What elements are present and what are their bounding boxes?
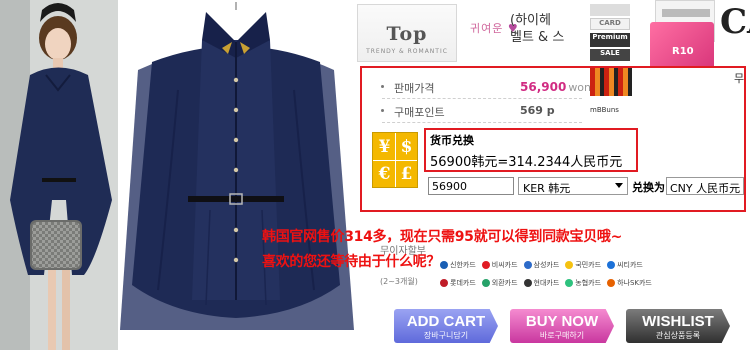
card-brand-icon <box>440 278 448 287</box>
card-logo: 롯데카드 <box>440 278 476 288</box>
category-subtitle: (하이헤 벨트 & 스 <box>510 12 564 46</box>
card-logo: 삼성카드 <box>523 260 560 270</box>
card-brand-icon <box>440 260 448 269</box>
euro-icon: € <box>378 164 391 184</box>
cute-text: 귀여운 <box>470 22 504 35</box>
to-currency-value: CNY 人民币元 <box>670 182 741 195</box>
card-logo-label: 롯데카드 <box>450 278 476 287</box>
pound-icon: £ <box>400 164 413 184</box>
card-brand-icon <box>481 278 490 287</box>
ad-label: Premium <box>590 33 630 47</box>
from-currency-value: KER 韩元 <box>523 182 571 195</box>
add-cart-button[interactable]: ADD CART 장바구니담기 <box>394 309 498 343</box>
card-logo: 농협카드 <box>565 278 601 288</box>
wishlist-sublabel: 관심상품등록 <box>655 331 701 340</box>
wishlist-button[interactable]: WISHLIST 관심상품등록 <box>626 309 730 343</box>
card-logo: 하나SK카드 <box>607 278 652 288</box>
card-logo-label: 현대카드 <box>533 278 560 287</box>
to-currency-select[interactable]: CNY 人民币元 <box>666 177 744 195</box>
ad-label <box>590 4 630 16</box>
card-logo: 국민카드 <box>565 260 601 270</box>
buy-now-label: BUY NOW <box>525 313 599 330</box>
card-logo-label: 씨티카드 <box>617 260 643 269</box>
installment-months: (2~3개월) <box>380 277 418 286</box>
mbb-logo: mBBuns <box>590 68 632 118</box>
mbb-card-image <box>590 68 632 96</box>
model-image <box>0 0 118 350</box>
card-brand-icon <box>607 260 616 269</box>
points-row: 구매포인트 569 p <box>381 104 555 120</box>
partial-text: 무 <box>734 72 745 85</box>
category-subtitle-line1: (하이헤 <box>510 13 551 28</box>
product-photo <box>0 0 355 350</box>
card-logo-label: 비씨카드 <box>491 260 518 269</box>
card-logo-label: 농협카드 <box>575 278 602 287</box>
category-title: Top <box>386 23 428 45</box>
bullet-icon <box>381 85 384 88</box>
category-subtitle-line2: 벨트 & 스 <box>510 30 565 45</box>
category-tagline: TRENDY & ROMANTIC <box>366 48 448 55</box>
card-brand-icon <box>523 278 532 287</box>
points-value: 569 p <box>520 104 555 117</box>
bullet-icon <box>381 109 384 112</box>
wishlist-label: WISHLIST <box>642 313 714 330</box>
currency-result-box: 货币兑换 56900韩元=314.2344人民币元 <box>424 128 638 172</box>
divider <box>382 98 582 99</box>
amount-input[interactable]: 56900 <box>428 177 514 195</box>
card-brand-icon <box>607 278 616 287</box>
card-logo: 외환카드 <box>481 278 518 288</box>
dollar-icon: $ <box>400 137 413 157</box>
promo-line-2: 喜欢的您还等待由于什么呢？ <box>262 254 441 270</box>
points-label: 구매포인트 <box>394 106 445 119</box>
price-panel: 판매가격 56,900 won 구매포인트 569 p mBBuns 무 ¥ $ … <box>360 66 746 212</box>
promo-line-1: 韩国官网售价314多，现在只需95就可以得到同款宝贝哦~ <box>262 229 623 245</box>
card-logo-row: 롯데카드 외환카드 현대카드 농협카드 하나SK카드 <box>440 272 658 287</box>
card-brand-icon <box>481 260 490 269</box>
pink-card-image: R10 <box>650 22 714 70</box>
from-currency-select[interactable]: KER 韩元 <box>518 177 628 195</box>
card-logo: 씨티카드 <box>607 260 643 270</box>
card-logo: 현대카드 <box>523 278 560 288</box>
buy-now-sublabel: 바로구매하기 <box>539 331 585 340</box>
add-cart-sublabel: 장바구니담기 <box>423 331 469 340</box>
card-logo-label: 삼성카드 <box>533 260 560 269</box>
card-logo-label: 외환카드 <box>491 278 518 287</box>
card-brand-icon <box>523 260 532 269</box>
sale-price-value-wrap: 56,900 won <box>520 80 591 94</box>
card-logo-label: 하나SK카드 <box>617 278 652 287</box>
currency-result: 56900韩元=314.2344人民币元 <box>430 155 623 170</box>
convert-to-label: 兑换为 <box>632 181 665 194</box>
card-label: R10 <box>672 46 694 57</box>
card-logo: 신한카드 <box>440 260 476 270</box>
card-logo: 비씨카드 <box>481 260 518 270</box>
chevron-down-icon <box>615 183 623 188</box>
brand-text-partial: CA <box>720 2 750 42</box>
card-logo-label: 신한카드 <box>450 260 476 269</box>
sale-price-value: 56,900 <box>520 80 567 94</box>
card-brand-icon <box>565 260 574 269</box>
buy-now-button[interactable]: BUY NOW 바로구매하기 <box>510 309 614 343</box>
currency-exchange-icon: ¥ $ € £ <box>372 132 418 188</box>
currency-exchange-title: 货币兑换 <box>430 134 474 147</box>
category-header: Top TRENDY & ROMANTIC <box>357 4 457 62</box>
sale-price-row: 판매가격 56,900 won <box>381 80 591 96</box>
card-brand-icon <box>565 278 574 287</box>
ad-label: SALE <box>590 49 630 61</box>
yen-icon: ¥ <box>378 137 391 157</box>
sale-price-unit: won <box>568 81 592 94</box>
mbb-label: mBBuns <box>590 106 619 114</box>
divider <box>382 122 582 123</box>
ad-stack: CARD Premium SALE <box>590 0 648 74</box>
add-cart-label: ADD CART <box>406 313 486 330</box>
card-logo-row: 신한카드 비씨카드 삼성카드 국민카드 씨티카드 <box>440 254 649 269</box>
card-logo-label: 국민카드 <box>575 260 602 269</box>
sale-price-label: 판매가격 <box>394 82 435 95</box>
ad-label: CARD <box>590 18 630 30</box>
cape-product-image <box>118 0 355 350</box>
